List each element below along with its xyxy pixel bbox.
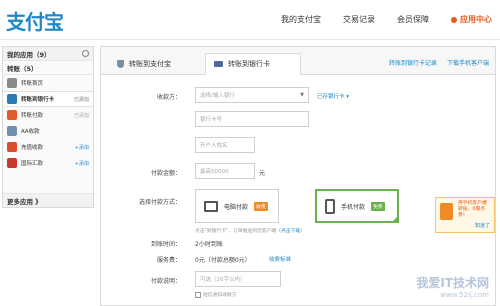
arrival-time-value: 2小时到账	[195, 241, 223, 248]
watermark: 我爱IT技术网 www.52ij.com	[416, 274, 489, 299]
nav-my-alipay[interactable]: 我的支付宝	[281, 14, 321, 25]
globe-icon	[7, 158, 17, 168]
nav-app-center-label: 应用中心	[460, 15, 492, 24]
app-center-icon	[451, 16, 457, 23]
arrival-time-label: 到账时间：	[150, 241, 181, 248]
phone-icon	[325, 198, 335, 214]
sidebar-item-transfer-home[interactable]: 转账首页	[3, 75, 93, 91]
gear-icon[interactable]	[82, 50, 89, 57]
chevron-down-icon: ▼	[300, 92, 304, 98]
mobile-payment-label: 手机付款	[341, 203, 366, 211]
sidebar-item-international[interactable]: 国际汇款 +添加	[3, 155, 93, 171]
nav-transactions[interactable]: 交易记录	[343, 14, 375, 25]
added-status: 已添加	[73, 112, 89, 119]
sidebar-title: 我的应用（9）	[7, 50, 51, 59]
mobile-app-icon	[440, 203, 453, 220]
tab-links: 转账到银行卡记录 下载手机客户端	[389, 58, 489, 67]
amount-label: 付款金额：	[150, 170, 181, 177]
watermark-title: 我爱IT技术网	[416, 276, 489, 290]
account-name-placeholder: 开户人姓名	[200, 143, 228, 149]
tab-bar: 转账到支付宝 转账到银行卡 转账到银行卡记录 下载手机客户端	[101, 47, 495, 75]
sidebar-item-recharge[interactable]: 充值收款 +添加	[3, 139, 93, 155]
sidebar-item-label: 转账付款	[21, 113, 44, 119]
aa-icon	[7, 126, 17, 136]
amount-field[interactable]: 最高50000	[195, 163, 255, 179]
sidebar-item-label: 充值收款	[21, 145, 44, 151]
sidebar-item-label: 国际汇款	[21, 161, 44, 167]
account-name-field[interactable]: 开户人姓名	[195, 137, 255, 153]
sms-checkbox[interactable]	[195, 291, 201, 298]
payment-note-label: 付款说明：	[150, 278, 181, 285]
mobile-promo-tooltip: 用手机客户端转账，0服务费！ 知道了	[435, 197, 495, 233]
promo-text: 用手机客户端转账，0服务费！	[458, 201, 487, 218]
more-apps-link[interactable]: 更多应用 》	[3, 193, 93, 207]
sidebar-item-aa[interactable]: AA收款	[3, 123, 93, 139]
sidebar-item-transfer-pay[interactable]: 转账付款 已添加	[3, 107, 93, 123]
sms-notify-label: 短信通知收款方	[203, 293, 237, 298]
download-client-link[interactable]: 下载手机客户端	[447, 58, 489, 67]
service-fee-label: 服务费：	[156, 257, 181, 264]
added-status: 已添加	[73, 96, 89, 103]
card-icon	[214, 61, 223, 67]
sidebar-section-title: 转账（5）	[3, 61, 93, 75]
bank-card-icon	[7, 94, 17, 104]
service-fee-value: 0元（付款总额0元）	[195, 257, 251, 264]
tab-label: 转账到银行卡	[228, 60, 270, 68]
monitor-icon	[204, 200, 218, 212]
top-header: 支付宝 我的支付宝 交易记录 会员保障 应用中心	[0, 0, 500, 40]
pc-payment-label: 电脑付款	[224, 203, 249, 211]
home-icon	[7, 78, 17, 88]
amount-unit: 元	[259, 170, 266, 177]
top-nav: 我的支付宝 交易记录 会员保障 应用中心	[281, 14, 492, 25]
payment-method-label: 选择付款方式：	[138, 199, 181, 206]
sidebar: 我的应用（9） 转账（5） 转账首页 转账到银行卡 已添加 转账付款 已添加 A…	[2, 46, 94, 208]
add-link[interactable]: +添加	[75, 160, 89, 167]
bank-transfer-records-link[interactable]: 转账到银行卡记录	[389, 58, 437, 67]
payee-label: 收款方：	[156, 94, 181, 101]
sidebar-item-label: 转账首页	[21, 81, 44, 87]
download-hint-link[interactable]: （点击下载）	[276, 229, 305, 234]
fee-standard-link[interactable]: 收费标准	[269, 255, 291, 263]
sidebar-header: 我的应用（9）	[3, 47, 93, 61]
shield-icon	[117, 60, 124, 68]
tab-to-bank-card[interactable]: 转账到银行卡	[205, 53, 301, 75]
alipay-logo[interactable]: 支付宝	[6, 6, 64, 35]
payment-hint-text: 点击"到银行卡"，订单推送到您客户端	[195, 229, 277, 234]
sms-notify-option[interactable]: 短信通知收款方	[195, 291, 237, 298]
recharge-icon	[7, 142, 17, 152]
bank-select-placeholder: 选择/输入银行	[200, 93, 235, 99]
add-link[interactable]: +添加	[75, 144, 89, 151]
nav-app-center[interactable]: 应用中心	[451, 14, 492, 25]
sidebar-item-label: 转账到银行卡	[21, 97, 55, 103]
free-tag: 免费	[371, 201, 385, 211]
payment-method-hint: 点击"到银行卡"，订单推送到您客户端（点击下载）	[195, 227, 305, 234]
mobile-payment-option[interactable]: 手机付款 免费	[315, 189, 399, 223]
fee-tag: 收费	[254, 201, 268, 211]
sidebar-item-bank-card[interactable]: 转账到银行卡 已添加	[3, 91, 93, 107]
tab-to-alipay[interactable]: 转账到支付宝	[109, 53, 179, 75]
pc-payment-option[interactable]: 电脑付款 收费	[195, 189, 279, 223]
main-panel: 转账到支付宝 转账到银行卡 转账到银行卡记录 下载手机客户端 收款方： 选择/输…	[100, 46, 496, 306]
tab-label: 转账到支付宝	[129, 60, 171, 68]
sidebar-item-label: AA收款	[21, 129, 40, 135]
nav-member-protection[interactable]: 会员保障	[397, 14, 429, 25]
transfer-icon	[7, 110, 17, 120]
watermark-url: www.52ij.com	[440, 291, 489, 299]
bank-select[interactable]: 选择/输入银行 ▼	[195, 87, 309, 103]
selected-check-icon	[391, 215, 399, 223]
amount-placeholder: 最高50000	[200, 169, 229, 175]
payment-note-placeholder: 可选（20字以内）	[200, 277, 246, 283]
card-number-field[interactable]: 银行卡号	[195, 111, 309, 127]
saved-cards-dropdown[interactable]: 已存银行卡 ▾	[317, 92, 349, 100]
payment-note-field[interactable]: 可选（20字以内）	[195, 271, 281, 287]
promo-dismiss-link[interactable]: 知道了	[475, 223, 490, 229]
card-number-placeholder: 银行卡号	[200, 117, 223, 123]
